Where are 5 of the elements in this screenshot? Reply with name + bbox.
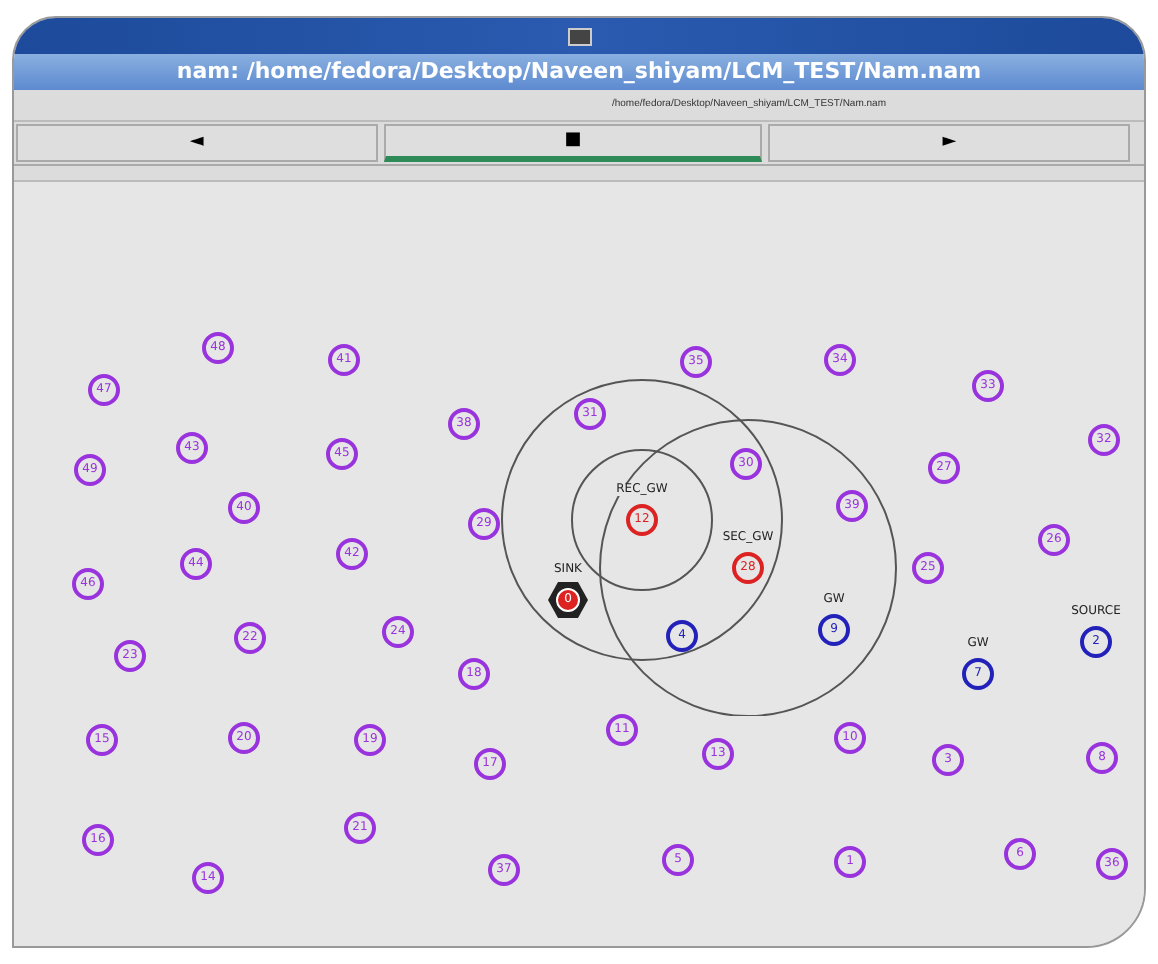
playback-button[interactable]: ►	[768, 124, 1130, 162]
playback-button[interactable]: ■	[383, 124, 763, 162]
playback-button[interactable]: ◄	[16, 124, 378, 162]
window-title: nam: /home/fedora/Desktop/Naveen_shiyam/LCM_TEST/Nam.nam	[176, 55, 982, 88]
window-menu-icon[interactable]	[567, 27, 591, 45]
